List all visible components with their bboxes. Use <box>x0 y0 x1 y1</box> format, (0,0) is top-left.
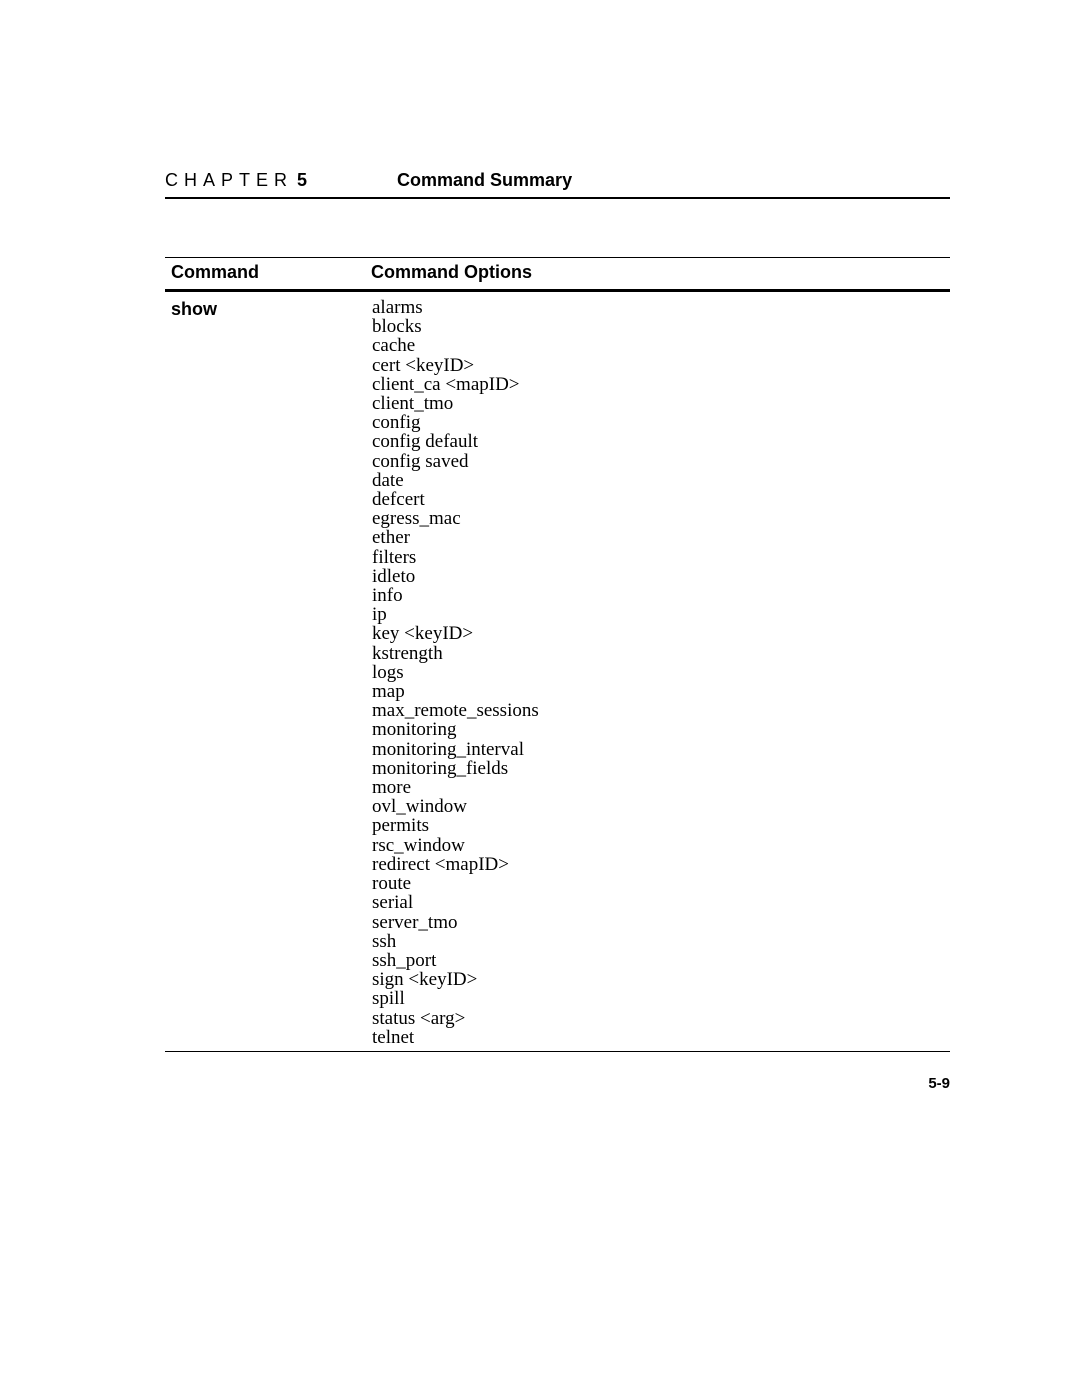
option-line: sign <keyID> <box>372 970 949 989</box>
command-name-cell: show <box>165 291 371 1052</box>
chapter-title: Command Summary <box>397 170 572 191</box>
option-line: egress_mac <box>372 509 949 528</box>
option-line: date <box>372 471 949 490</box>
chapter-number: 5 <box>297 170 307 191</box>
option-line: server_tmo <box>372 913 949 932</box>
option-line: monitoring_fields <box>372 759 949 778</box>
option-line: key <keyID> <box>372 624 949 643</box>
column-header-options: Command Options <box>371 258 950 291</box>
option-line: filters <box>372 548 949 567</box>
option-line: config default <box>372 432 949 451</box>
table-header-row: Command Command Options <box>165 258 950 291</box>
page-content: CHAPTER 5 Command Summary Command Comman… <box>0 0 1080 1052</box>
option-line: client_tmo <box>372 394 949 413</box>
command-options-cell: alarms blocks cache cert <keyID> client_… <box>371 291 950 1052</box>
option-line: blocks <box>372 317 949 336</box>
running-header: CHAPTER 5 Command Summary <box>165 170 950 199</box>
option-line: ssh_port <box>372 951 949 970</box>
option-line: telnet <box>372 1028 949 1047</box>
page-number: 5-9 <box>928 1075 950 1092</box>
option-line: client_ca <mapID> <box>372 375 949 394</box>
option-line: ovl_window <box>372 797 949 816</box>
option-line: permits <box>372 816 949 835</box>
option-line: alarms <box>372 298 949 317</box>
option-line: map <box>372 682 949 701</box>
option-line: info <box>372 586 949 605</box>
chapter-label: CHAPTER <box>165 170 293 191</box>
option-line: config saved <box>372 452 949 471</box>
column-header-command: Command <box>165 258 371 291</box>
command-table: Command Command Options show alarms bloc… <box>165 257 950 1052</box>
option-line: ip <box>372 605 949 624</box>
option-line: config <box>372 413 949 432</box>
option-line: status <arg> <box>372 1009 949 1028</box>
command-table-wrap: Command Command Options show alarms bloc… <box>165 257 950 1052</box>
option-line: route <box>372 874 949 893</box>
option-line: defcert <box>372 490 949 509</box>
option-line: monitoring_interval <box>372 740 949 759</box>
option-line: cert <keyID> <box>372 356 949 375</box>
option-line: spill <box>372 989 949 1008</box>
option-line: idleto <box>372 567 949 586</box>
option-line: cache <box>372 336 949 355</box>
option-line: monitoring <box>372 720 949 739</box>
option-line: logs <box>372 663 949 682</box>
table-row: show alarms blocks cache cert <keyID> cl… <box>165 291 950 1052</box>
option-line: max_remote_sessions <box>372 701 949 720</box>
option-line: ssh <box>372 932 949 951</box>
option-line: redirect <mapID> <box>372 855 949 874</box>
option-line: more <box>372 778 949 797</box>
option-line: kstrength <box>372 644 949 663</box>
option-line: serial <box>372 893 949 912</box>
option-line: rsc_window <box>372 836 949 855</box>
option-line: ether <box>372 528 949 547</box>
